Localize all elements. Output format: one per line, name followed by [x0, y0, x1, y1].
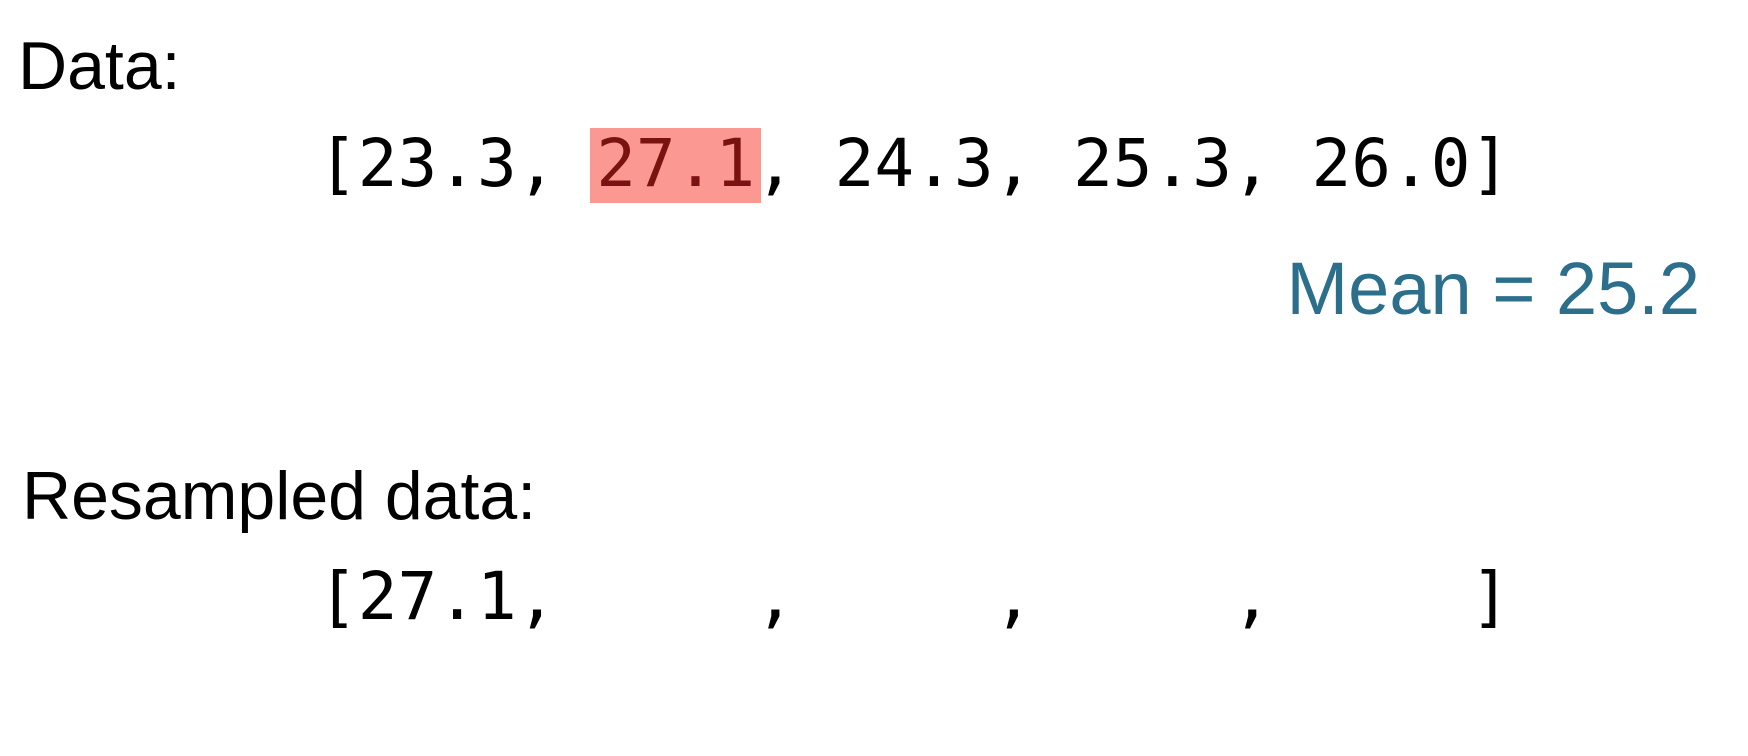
data-separator: , — [755, 125, 835, 202]
resampled-open-bracket: [ — [318, 558, 358, 635]
data-close-bracket: ] — [1470, 125, 1511, 202]
resampled-separator: , — [516, 558, 597, 635]
resampled-array: [27.1, , , , ] — [318, 564, 1510, 630]
resampled-value-1: 27.1 — [357, 558, 517, 635]
resampled-close-bracket: ] — [1470, 558, 1511, 635]
resampled-value-5 — [1312, 564, 1471, 630]
data-value-3: 24.3 — [834, 125, 994, 202]
data-open-bracket: [ — [318, 125, 358, 202]
data-separator: , — [1232, 125, 1312, 202]
data-array: [23.3, 27.1, 24.3, 25.3, 26.0] — [318, 128, 1510, 203]
mean-value: 25.2 — [1555, 247, 1700, 330]
data-value-5: 26.0 — [1311, 125, 1471, 202]
data-value-1: 23.3 — [357, 125, 517, 202]
resampled-data-label: Resampled data: — [22, 458, 537, 534]
mean-readout: Mean = 25.2 — [1287, 252, 1700, 326]
mean-equals: = — [1492, 247, 1536, 330]
data-separator: , — [516, 125, 597, 202]
resampled-value-2 — [596, 564, 755, 630]
mean-label: Mean — [1286, 247, 1472, 330]
data-separator: , — [993, 125, 1074, 202]
data-value-4: 25.3 — [1073, 125, 1233, 202]
data-value-2-highlighted: 27.1 — [590, 128, 762, 203]
resampled-separator: , — [993, 558, 1074, 635]
resampled-separator: , — [755, 558, 835, 635]
data-label: Data: — [18, 28, 181, 104]
resampled-separator: , — [1232, 558, 1312, 635]
resampled-value-3 — [835, 564, 994, 630]
resampled-value-4 — [1073, 564, 1232, 630]
